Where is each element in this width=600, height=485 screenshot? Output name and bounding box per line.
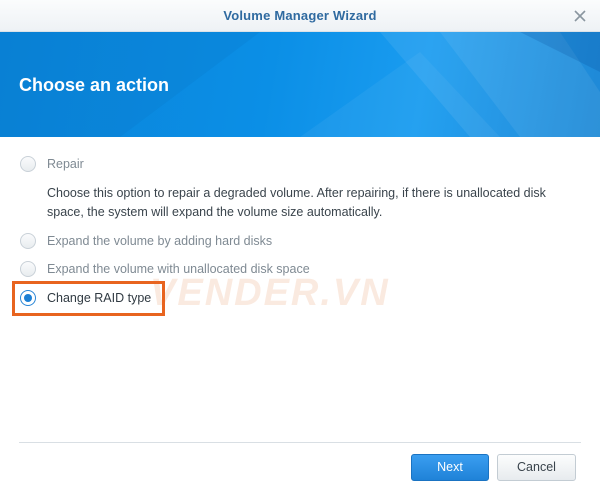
page-heading: Choose an action — [19, 75, 170, 95]
cancel-button[interactable]: Cancel — [497, 454, 576, 481]
option-expand-unallocated[interactable]: Expand the volume with unallocated disk … — [20, 259, 310, 279]
option-expand-add-disks-label: Expand the volume by adding hard disks — [47, 234, 273, 248]
option-expand-unallocated-label: Expand the volume with unallocated disk … — [47, 262, 310, 276]
option-repair[interactable]: Repair — [20, 154, 84, 174]
window-title: Volume Manager Wizard — [223, 8, 377, 23]
radio-expand-add-disks[interactable] — [20, 233, 36, 249]
radio-repair[interactable] — [20, 156, 36, 172]
title-bar: Volume Manager Wizard — [0, 0, 600, 32]
next-button[interactable]: Next — [411, 454, 489, 481]
radio-expand-unallocated[interactable] — [20, 261, 36, 277]
option-repair-label: Repair — [47, 157, 84, 171]
repair-description: Choose this option to repair a degraded … — [47, 186, 546, 219]
options-panel: VENDER.VN Repair Choose this option to r… — [0, 137, 600, 437]
option-expand-add-disks[interactable]: Expand the volume by adding hard disks — [20, 231, 272, 251]
close-icon[interactable] — [570, 6, 590, 26]
selection-highlight-box — [12, 281, 165, 316]
header-banner: Choose an action — [0, 32, 600, 137]
footer-divider — [19, 442, 581, 443]
